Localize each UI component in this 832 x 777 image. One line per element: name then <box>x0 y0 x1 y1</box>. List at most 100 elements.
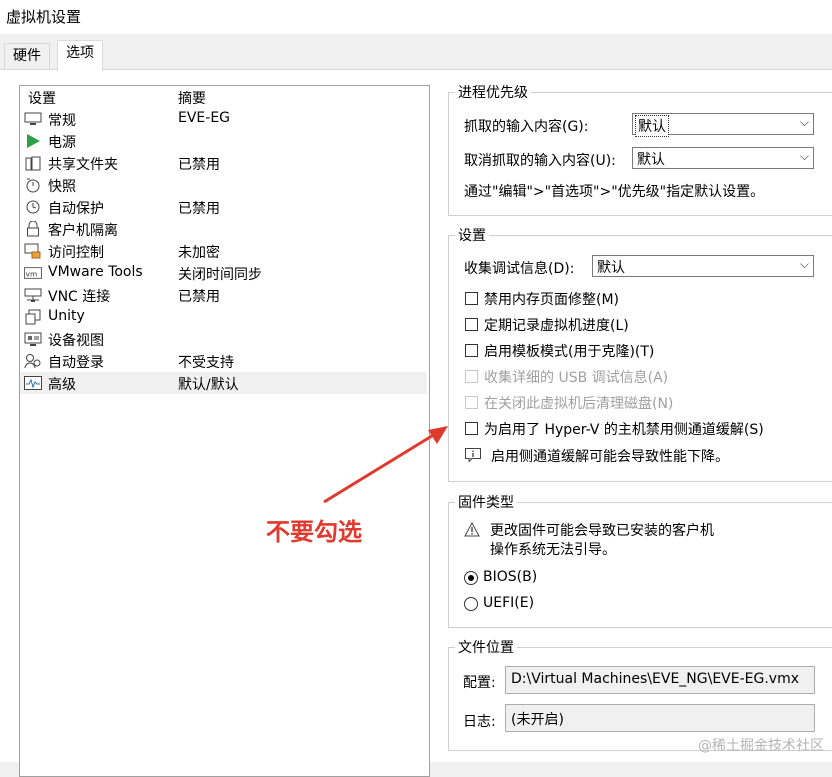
radio-label-bios[interactable]: BIOS(B) <box>483 569 537 585</box>
grabbed-input-value: 默认 <box>635 115 669 137</box>
list-item-name: 设备视图 <box>48 333 104 349</box>
list-item-name: 共享文件夹 <box>48 157 118 173</box>
list-item[interactable]: vm VMware Tools 关闭时间同步 <box>20 262 427 284</box>
tab-strip: 硬件 选项 <box>0 40 832 71</box>
list-item[interactable]: 共享文件夹 已禁用 <box>20 152 427 174</box>
group-title-process-priority: 进程优先级 <box>455 82 531 102</box>
checkbox-usb-debug <box>465 370 478 383</box>
debug-info-select[interactable]: 默认 ⌵ <box>592 255 814 277</box>
device-view-icon <box>24 331 42 347</box>
config-path-field[interactable]: D:\Virtual Machines\EVE_NG\EVE-EG.vmx <box>505 666 815 694</box>
monitor-icon <box>24 111 42 127</box>
list-item[interactable]: 电源 <box>20 130 427 152</box>
list-item-name: Unity <box>48 308 85 324</box>
list-item[interactable]: 客户机隔离 <box>20 218 427 240</box>
list-item-name: VMware Tools <box>48 264 143 280</box>
list-header: 设置 摘要 <box>20 88 429 108</box>
config-label: 配置: <box>463 675 496 691</box>
autologin-icon <box>24 353 42 369</box>
list-item-name: 快照 <box>48 179 76 195</box>
debug-info-value: 默认 <box>597 260 625 276</box>
checkbox-clean-disk <box>465 396 478 409</box>
info-icon <box>465 448 481 463</box>
list-item[interactable]: VNC 连接 已禁用 <box>20 284 427 306</box>
priority-note: 通过"编辑">"首选项">"优先级"指定默认设置。 <box>464 184 765 200</box>
list-item[interactable]: 常规 EVE-EG <box>20 108 427 130</box>
ungrabbed-input-label: 取消抓取的输入内容(U): <box>464 153 616 169</box>
title-bar: 虚拟机设置 <box>0 0 832 34</box>
ungrabbed-input-select[interactable]: 默认 ⌵ <box>632 147 814 169</box>
checkbox-disable-page-trimming[interactable] <box>465 292 478 305</box>
annotation-text: 不要勾选 <box>266 518 362 546</box>
options-page: 设置 摘要 常规 EVE-EG 电源 共享文件夹 已禁用 快照 自动保护 已禁用 客户机隔离 访问… <box>0 69 832 777</box>
list-item[interactable]: 自动保护 已禁用 <box>20 196 427 218</box>
group-title-settings: 设置 <box>455 225 489 245</box>
list-item-summary: 未加密 <box>178 245 220 261</box>
list-item-name: 常规 <box>48 113 76 129</box>
lock-icon <box>24 221 42 237</box>
list-item[interactable]: 快照 <box>20 174 427 196</box>
log-path-field[interactable]: (未开启) <box>505 704 815 732</box>
radio-uefi[interactable] <box>464 597 478 611</box>
advanced-chart-icon <box>24 375 42 391</box>
list-item-name: 自动保护 <box>48 201 104 217</box>
vmware-tools-icon: vm <box>24 265 42 281</box>
grabbed-input-select[interactable]: 默认 ⌵ <box>632 113 814 137</box>
list-item[interactable]: 访问控制 未加密 <box>20 240 427 262</box>
radio-label-uefi[interactable]: UEFI(E) <box>483 595 534 611</box>
header-setting: 设置 <box>28 91 56 107</box>
group-firmware: 固件类型 更改固件可能会导致已安装的客户机 操作系统无法引导。 BIOS(B) … <box>448 492 832 628</box>
list-item[interactable]: 设备视图 <box>20 328 427 350</box>
list-item-summary: EVE-EG <box>178 110 231 126</box>
group-title-file-location: 文件位置 <box>455 637 517 657</box>
ungrabbed-input-value: 默认 <box>637 152 665 168</box>
list-item-name: 高级 <box>48 377 76 393</box>
list-item[interactable]: 自动登录 不受支持 <box>20 350 427 372</box>
list-item[interactable]: Unity <box>20 306 427 328</box>
list-item-name: 自动登录 <box>48 355 104 371</box>
list-item-summary: 已禁用 <box>178 201 220 217</box>
log-path-value: (未开启) <box>511 712 564 728</box>
list-item-summary: 默认/默认 <box>178 377 239 393</box>
checkbox-label-template-mode[interactable]: 启用模板模式(用于克隆)(T) <box>484 341 654 361</box>
checkbox-template-mode[interactable] <box>465 344 478 357</box>
list-item-name: 客户机隔离 <box>48 223 118 239</box>
snapshot-icon <box>24 177 42 193</box>
firmware-warning-line2: 操作系统无法引导。 <box>490 542 616 558</box>
list-item-name: 访问控制 <box>48 245 104 261</box>
autoprotect-clock-icon <box>24 199 42 215</box>
list-item-name: VNC 连接 <box>48 289 111 305</box>
power-play-icon <box>24 133 42 149</box>
side-channel-info: 启用侧通道缓解可能会导致性能下降。 <box>491 449 729 465</box>
group-title-firmware: 固件类型 <box>455 492 517 512</box>
list-item-summary: 已禁用 <box>178 157 220 173</box>
grabbed-input-label: 抓取的输入内容(G): <box>464 119 589 135</box>
unity-icon <box>24 309 42 325</box>
chevron-down-icon: ⌵ <box>799 149 809 163</box>
tab-options[interactable]: 选项 <box>57 40 103 71</box>
checkbox-label-disable-page-trimming[interactable]: 禁用内存页面修整(M) <box>484 289 619 309</box>
shared-folder-icon <box>24 155 42 171</box>
window-title: 虚拟机设置 <box>6 8 82 26</box>
debug-info-label: 收集调试信息(D): <box>464 261 575 277</box>
list-item-name: 电源 <box>48 135 76 151</box>
checkbox-label-log-progress[interactable]: 定期记录虚拟机进度(L) <box>484 315 629 335</box>
radio-bios[interactable] <box>464 571 478 585</box>
list-item-summary: 已禁用 <box>178 289 220 305</box>
list-item-summary: 不受支持 <box>178 355 234 371</box>
header-summary: 摘要 <box>178 91 206 107</box>
tab-hardware[interactable]: 硬件 <box>4 43 50 69</box>
svg-text:vm: vm <box>26 269 38 278</box>
checkbox-label-disable-side-channel[interactable]: 为启用了 Hyper-V 的主机禁用侧通道缓解(S) <box>484 419 764 439</box>
group-process-priority: 进程优先级 抓取的输入内容(G): 默认 ⌵ 取消抓取的输入内容(U): 默认 … <box>448 82 832 216</box>
chevron-down-icon: ⌵ <box>799 115 809 129</box>
checkbox-log-progress[interactable] <box>465 318 478 331</box>
access-control-icon <box>24 243 42 259</box>
chevron-down-icon: ⌵ <box>799 257 809 271</box>
config-path-value: D:\Virtual Machines\EVE_NG\EVE-EG.vmx <box>511 671 800 687</box>
log-label: 日志: <box>463 714 496 730</box>
list-item[interactable]: 高级 默认/默认 <box>20 372 427 394</box>
checkbox-label-clean-disk: 在关闭此虚拟机后清理磁盘(N) <box>484 396 674 412</box>
watermark: @稀土掘金技术社区 <box>698 738 824 754</box>
checkbox-disable-side-channel[interactable] <box>465 422 478 435</box>
